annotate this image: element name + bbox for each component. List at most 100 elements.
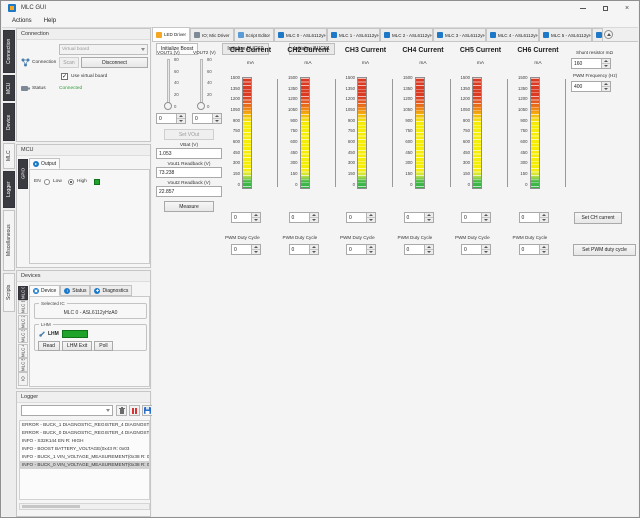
scan-button[interactable]: Scan (59, 57, 79, 68)
main-tab-script-editor[interactable]: Script Editor (234, 28, 275, 41)
shunt-spin-down[interactable] (602, 63, 610, 68)
maximize-button[interactable] (594, 1, 616, 15)
main-tab-mlc-3-asl6112yhza0[interactable]: MLC 3 - ASL6112yHzA0 (433, 28, 486, 41)
vout1-spin-down[interactable] (177, 118, 185, 123)
main-tab-mlc-1-asl6112yhza0[interactable]: MLC 1 - ASL6112yHzA0 (327, 28, 380, 41)
ch4-current-spinbox-down[interactable] (425, 217, 433, 222)
ch4-current-spinbox[interactable]: 0 (404, 212, 434, 223)
log-row[interactable]: ERROR - BUCK_0 DIAGNOSTIC_REGISTER_4 DIA… (20, 429, 149, 437)
ch6-current-spinbox-down[interactable] (540, 217, 548, 222)
set-pwm-duty-button[interactable]: Set PWM duty cycle (573, 244, 636, 256)
dock-tab-mcu[interactable]: MCU (3, 75, 15, 101)
dock-tab-connection[interactable]: Connection (3, 30, 15, 73)
wrench-icon (39, 330, 46, 337)
main-tab-mlc-5-asl6112yhza0[interactable]: MLC 5 - ASL6112yHzA0 (539, 28, 592, 41)
device-tab-diagnostics[interactable]: ✚Diagnostics (90, 285, 132, 296)
vout2-slider[interactable] (200, 59, 203, 107)
mcu-tab-output[interactable]: ▸ Output (29, 158, 60, 169)
en-low-radio[interactable] (44, 179, 50, 185)
set-vout-button[interactable]: Set VOut (164, 129, 214, 140)
tab-scroll-button[interactable] (604, 30, 613, 39)
device-tab-device[interactable]: ▣Device (29, 285, 60, 296)
dock-tab-logger[interactable]: Logger (3, 171, 15, 208)
freq-spin-down[interactable] (602, 86, 610, 91)
set-ch-current-button[interactable]: Set CH current (574, 212, 622, 224)
main-tab-io-mic-driver[interactable]: IO; Mic Driver (190, 28, 234, 41)
ch3-pwm-spinbox-down[interactable] (367, 249, 375, 254)
ch1-current-spinbox[interactable]: 0 (231, 212, 261, 223)
vout2-readback-field[interactable]: 22.857 (156, 186, 222, 197)
menu-item-actions[interactable]: Actions (7, 17, 37, 25)
dock-tab-device[interactable]: Device (3, 103, 15, 141)
lhm-exit-button[interactable]: LHM Exit (62, 341, 92, 351)
log-row[interactable]: INFO - BUCK_0 VIN_VOLTAGE_MEASUREMENT(0x… (20, 461, 149, 469)
device-side-tab-mlc-3[interactable]: MLC 3 (18, 329, 28, 343)
vout1-readback-field[interactable]: 73.238 (156, 167, 222, 178)
poll-button[interactable]: Poll (94, 341, 112, 351)
ch2-pwm-spinbox[interactable]: 0 (289, 244, 319, 255)
main-tab-mlc-4-asl6112yhza0[interactable]: MLC 4 - ASL6112yHzA0 (486, 28, 539, 41)
log-row[interactable]: INFO - BUCK_1 VIN_VOLTAGE_MEASUREMENT(0x… (20, 453, 149, 461)
ch2-pwm-spinbox-down[interactable] (310, 249, 318, 254)
read-button[interactable]: Read (38, 341, 60, 351)
main-tab-m[interactable]: M (592, 28, 603, 41)
vbat-field[interactable]: 1.053 (156, 148, 222, 159)
log-row[interactable]: INFO - S32K144 EN R: HIGH (20, 437, 149, 445)
log-hscrollbar-thumb[interactable] (22, 505, 80, 508)
log-filter-combobox[interactable] (21, 405, 113, 416)
ch6-pwm-spinbox-down[interactable] (540, 249, 548, 254)
main-tab-mlc-0-asl6112yhza0[interactable]: MLC 0 - ASL6112yHzA0 (274, 28, 327, 41)
close-button[interactable]: × (616, 1, 638, 15)
ch5-current-spinbox[interactable]: 0 (461, 212, 491, 223)
ch5-pwm-spinbox-down[interactable] (482, 249, 490, 254)
log-hscrollbar[interactable] (19, 503, 150, 510)
minimize-button[interactable] (572, 1, 594, 15)
dock-tab-scripts[interactable]: Scripts (3, 273, 15, 312)
log-row[interactable]: INFO - BOOST BATTERY_VOLTAGE(0x43 R: 0x0… (20, 445, 149, 453)
board-select[interactable]: Virtual board (59, 44, 148, 55)
ch1-current-spinbox-down[interactable] (252, 217, 260, 222)
device-side-tab-mlc-2[interactable]: MLC 2 (18, 315, 28, 329)
device-side-tab-mlc-4[interactable]: MLC 4 (18, 344, 28, 358)
ch1-pwm-spinbox-down[interactable] (252, 249, 260, 254)
device-side-tab-mlc-0[interactable]: MLC 0 (18, 286, 28, 300)
clear-log-button[interactable] (116, 405, 127, 416)
en-high-radio[interactable] (68, 179, 74, 185)
dock-tab-miscellaneous[interactable]: Miscellaneous (3, 210, 15, 271)
main-tab-mlc-2-asl6112yhza0[interactable]: MLC 2 - ASL6112yHzA0 (380, 28, 433, 41)
log-row[interactable]: ERROR - BUCK_1 DIAGNOSTIC_REGISTER_4 DIA… (20, 421, 149, 429)
mcu-tab-gpio[interactable]: GPIO (18, 159, 28, 189)
device-side-tab-mlc-1[interactable]: MLC 1 (18, 300, 28, 314)
vout2-spinbox[interactable]: 0 (192, 113, 222, 124)
vout1-slider[interactable] (167, 59, 170, 107)
main-tab-led-driver[interactable]: LED Driver (152, 27, 190, 41)
ch3-pwm-spinbox[interactable]: 0 (346, 244, 376, 255)
device-tab-status[interactable]: iStatus (60, 285, 90, 296)
ch5-pwm-spinbox[interactable]: 0 (461, 244, 491, 255)
shunt-resistor-spinbox[interactable]: 160 (571, 58, 611, 69)
dock-tab-mlc[interactable]: MLC (3, 143, 15, 169)
ch1-pwm-spinbox[interactable]: 0 (231, 244, 261, 255)
pwm-frequency-spinbox[interactable]: 400 (571, 81, 611, 92)
vout1-slider-handle[interactable] (164, 102, 172, 110)
vout1-spinbox[interactable]: 0 (156, 113, 186, 124)
pause-log-button[interactable] (129, 405, 140, 416)
log-list[interactable]: ERROR - BUCK_1 DIAGNOSTIC_REGISTER_4 DIA… (19, 420, 150, 500)
ch4-pwm-spinbox-down[interactable] (425, 249, 433, 254)
vout2-spin-down[interactable] (213, 118, 221, 123)
device-side-tab-mlc-5[interactable]: MLC 5 (18, 358, 28, 372)
ch4-pwm-spinbox[interactable]: 0 (404, 244, 434, 255)
disconnect-button[interactable]: Disconnect (81, 57, 148, 68)
use-virtual-board-checkbox[interactable]: ✓ (61, 73, 68, 80)
ch2-current-spinbox[interactable]: 0 (289, 212, 319, 223)
device-side-tab-io[interactable]: IO (18, 372, 28, 386)
ch3-current-spinbox-down[interactable] (367, 217, 375, 222)
measure-button[interactable]: Measure (164, 201, 214, 212)
vout2-slider-handle[interactable] (197, 102, 205, 110)
ch6-pwm-spinbox[interactable]: 0 (519, 244, 549, 255)
ch3-current-spinbox[interactable]: 0 (346, 212, 376, 223)
ch5-current-spinbox-down[interactable] (482, 217, 490, 222)
ch6-current-spinbox[interactable]: 0 (519, 212, 549, 223)
ch2-current-spinbox-down[interactable] (310, 217, 318, 222)
menu-item-help[interactable]: Help (39, 17, 61, 25)
